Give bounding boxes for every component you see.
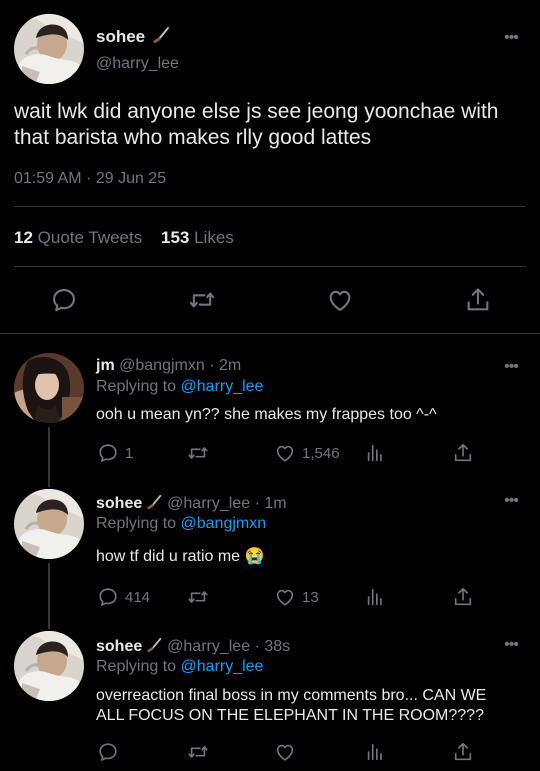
reply-button[interactable] bbox=[97, 741, 125, 763]
retweet-button[interactable] bbox=[187, 586, 215, 608]
reply-icon bbox=[97, 741, 119, 763]
like-icon bbox=[274, 741, 296, 763]
tweet-text: wait lwk did anyone else js see jeong yo… bbox=[14, 100, 499, 149]
like-button[interactable]: 13 bbox=[274, 586, 319, 608]
retweet-button[interactable] bbox=[187, 442, 215, 464]
views-button[interactable] bbox=[364, 442, 386, 464]
reply-display-name[interactable]: sohee bbox=[96, 495, 142, 512]
reply-display-name[interactable]: jm bbox=[96, 357, 115, 374]
reply-icon bbox=[97, 586, 119, 608]
replying-to: Replying to @bangjmxn bbox=[96, 515, 267, 532]
more-options-icon[interactable]: ••• bbox=[501, 359, 521, 375]
reply-text: overreaction final boss in my comments b… bbox=[96, 687, 487, 724]
reply-time[interactable]: · 1m bbox=[255, 495, 287, 512]
more-options-icon[interactable]: ••• bbox=[501, 637, 521, 653]
views-icon bbox=[364, 586, 386, 608]
reply-handle[interactable]: @bangjmxn bbox=[119, 357, 205, 374]
retweet-button[interactable] bbox=[187, 741, 215, 763]
engagement-stats: 12 Quote Tweets 153 Likes bbox=[14, 228, 234, 248]
replying-to-link[interactable]: @harry_lee bbox=[181, 378, 264, 395]
views-button[interactable] bbox=[364, 741, 386, 763]
tweet-timestamp[interactable]: 01:59 AM · 29 Jun 25 bbox=[14, 170, 166, 188]
divider bbox=[0, 333, 540, 334]
retweet-icon bbox=[187, 442, 209, 464]
share-button[interactable] bbox=[452, 741, 474, 763]
replying-to: Replying to @harry_lee bbox=[96, 378, 264, 395]
reply-button[interactable]: 1 bbox=[97, 442, 133, 464]
reply-avatar[interactable] bbox=[14, 631, 84, 701]
replying-to-link[interactable]: @bangjmxn bbox=[181, 515, 267, 532]
like-icon bbox=[274, 586, 296, 608]
thread-line bbox=[48, 563, 50, 629]
reply-display-name[interactable]: sohee bbox=[96, 638, 142, 655]
retweet-icon bbox=[187, 586, 209, 608]
author-handle[interactable]: @harry_lee bbox=[96, 55, 179, 73]
hockey-stick-icon bbox=[147, 494, 161, 510]
retweet-icon bbox=[187, 741, 209, 763]
author-avatar[interactable] bbox=[14, 14, 84, 84]
more-options-icon[interactable]: ••• bbox=[501, 493, 521, 509]
reply-header: sohee @harry_lee · 38s bbox=[96, 637, 290, 656]
divider bbox=[14, 266, 526, 267]
replying-to: Replying to @harry_lee bbox=[96, 658, 264, 675]
reply-header: sohee @harry_lee · 1m bbox=[96, 494, 287, 513]
reply-header: jm @bangjmxn · 2m bbox=[96, 357, 241, 375]
views-button[interactable] bbox=[364, 586, 386, 608]
like-button[interactable] bbox=[274, 741, 302, 763]
share-button[interactable] bbox=[452, 442, 474, 464]
share-icon bbox=[452, 741, 474, 763]
divider bbox=[14, 206, 526, 207]
share-icon[interactable] bbox=[464, 286, 492, 314]
share-icon bbox=[452, 442, 474, 464]
likes-stat[interactable]: 153 Likes bbox=[161, 228, 234, 247]
quote-tweets-stat[interactable]: 12 Quote Tweets bbox=[14, 228, 142, 247]
reply-text: ooh u mean yn?? she makes my frappes too… bbox=[96, 406, 437, 423]
share-button[interactable] bbox=[452, 586, 474, 608]
thread-line bbox=[48, 427, 50, 487]
reply-icon bbox=[97, 442, 119, 464]
hockey-stick-icon bbox=[153, 27, 169, 43]
hockey-stick-icon bbox=[147, 637, 161, 653]
like-button[interactable]: 1,546 bbox=[274, 442, 340, 464]
reply-icon[interactable] bbox=[50, 286, 78, 314]
reply-time[interactable]: · 38s bbox=[255, 638, 291, 655]
reply-avatar[interactable] bbox=[14, 353, 84, 423]
retweet-icon[interactable] bbox=[188, 286, 216, 314]
like-icon[interactable] bbox=[326, 286, 354, 314]
author-display-name[interactable]: sohee bbox=[96, 26, 171, 47]
views-icon bbox=[364, 442, 386, 464]
like-icon bbox=[274, 442, 296, 464]
replying-to-link[interactable]: @harry_lee bbox=[181, 658, 264, 675]
more-options-icon[interactable]: ••• bbox=[501, 30, 521, 46]
reply-handle[interactable]: @harry_lee bbox=[167, 638, 250, 655]
reply-text: how tf did u ratio me 😭 bbox=[96, 548, 265, 565]
reply-avatar[interactable] bbox=[14, 489, 84, 559]
share-icon bbox=[452, 586, 474, 608]
reply-handle[interactable]: @harry_lee bbox=[167, 495, 250, 512]
views-icon bbox=[364, 741, 386, 763]
reply-button[interactable]: 414 bbox=[97, 586, 150, 608]
reply-time[interactable]: · 2m bbox=[209, 357, 241, 374]
